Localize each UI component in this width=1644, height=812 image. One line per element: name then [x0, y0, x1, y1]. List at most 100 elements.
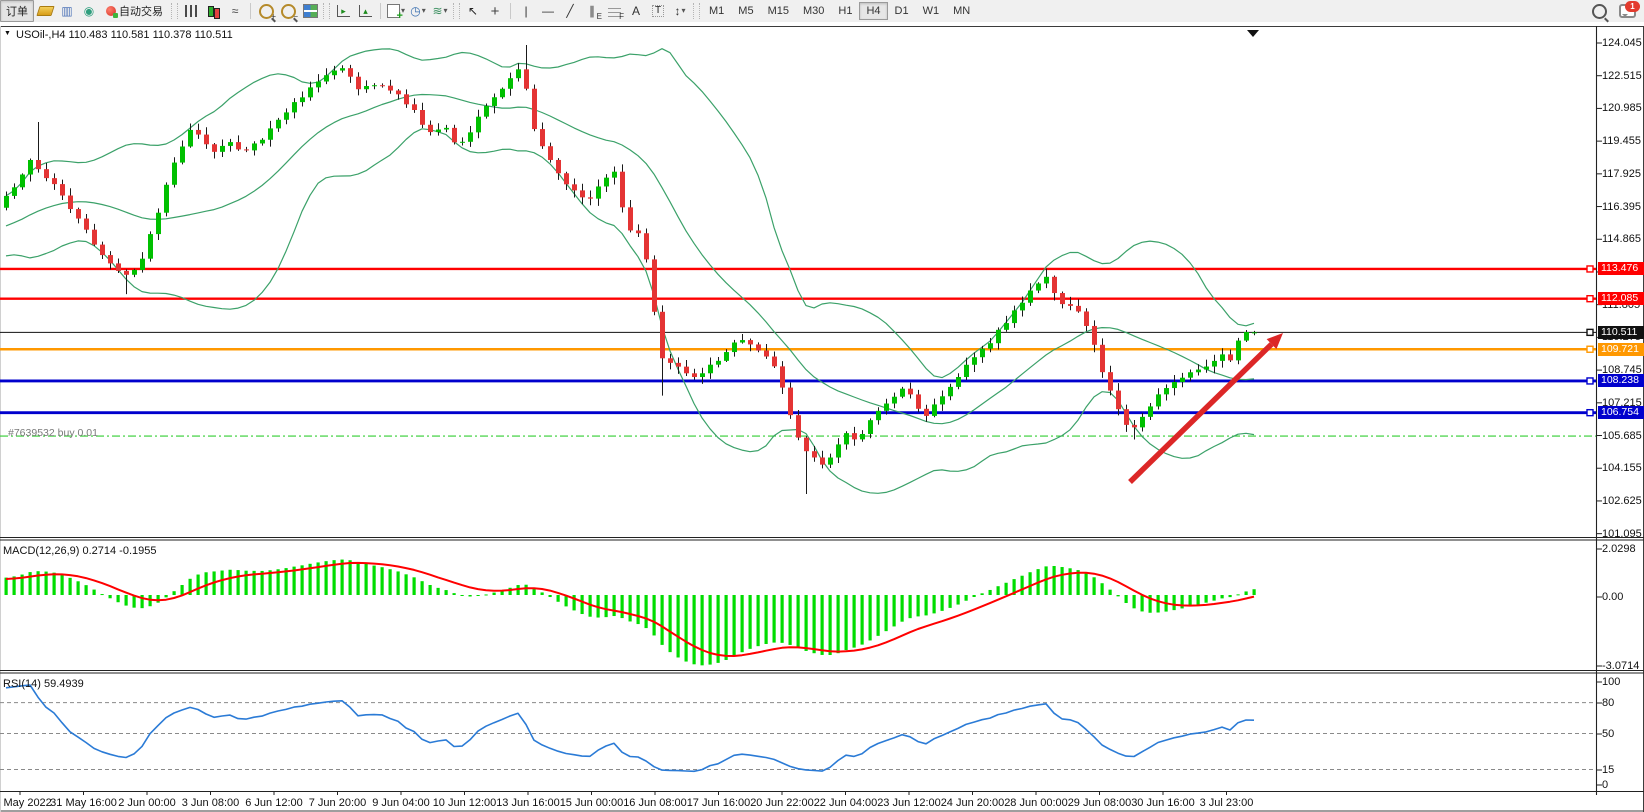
timeframe-button-w1[interactable]: W1: [916, 2, 947, 20]
time-axis-label: 10 Jun 12:00: [433, 797, 497, 809]
macd-axis-label: 0.00: [1602, 591, 1623, 603]
main-toolbar: 订单▥◉自动交易≈+−▸▴▾◷▾≋▾↖+|—╱∥EFAT↕▾M1M5M15M30…: [0, 0, 1644, 22]
timeframe-button-h1[interactable]: H1: [831, 2, 859, 20]
chart-window: ▼ USOil-,H4 110.483 110.581 110.378 110.…: [0, 26, 1644, 812]
candlestick-chart-icon[interactable]: [202, 2, 224, 20]
autotrading-button-label: 自动交易: [119, 3, 163, 19]
rsi-axis-label: 15: [1602, 764, 1614, 776]
time-axis-label: 9 Jun 04:00: [372, 797, 430, 809]
zoom-out-icon[interactable]: −: [277, 2, 299, 20]
toolbar-separator: [380, 3, 381, 19]
arrows-tool-glyph: ↕: [674, 5, 680, 17]
macd-axis-label: -3.0714: [1602, 660, 1639, 672]
rsi-axis-label: 80: [1602, 697, 1614, 709]
tile-windows-icon-glyph: [303, 4, 318, 18]
vline-tool-glyph: |: [524, 5, 527, 17]
new-order-icon[interactable]: [34, 2, 56, 20]
auto-scroll-icon[interactable]: ▴: [354, 2, 376, 20]
arrows-tool[interactable]: ↕▾: [669, 2, 691, 20]
order-line-label: #7639532 buy 0.01: [8, 427, 98, 439]
price-line-label: 108.238: [1598, 374, 1644, 387]
zoom-in-icon-sub: +: [271, 13, 276, 21]
time-axis-label: 6 Jun 12:00: [245, 797, 303, 809]
price-tick-label: 120.985: [1602, 102, 1642, 114]
rsi-axis-label: 0: [1602, 779, 1608, 791]
rsi-axis-label: 50: [1602, 728, 1614, 740]
market-watch-icon[interactable]: ▥: [56, 2, 78, 20]
label-tool-glyph: T: [652, 5, 664, 17]
price-tick-label: 105.685: [1602, 430, 1642, 442]
chart-canvas[interactable]: [0, 26, 1644, 812]
timeframe-button-m5[interactable]: M5: [731, 2, 760, 20]
chart-menu-icon[interactable]: ▼: [4, 30, 11, 37]
autotrading-button[interactable]: 自动交易: [100, 0, 169, 22]
time-axis-label: 29 Jun 08:00: [1068, 797, 1132, 809]
hline-tool[interactable]: —: [537, 2, 559, 20]
indicators-button[interactable]: ≋▾: [429, 2, 451, 20]
macd-axis-label: 2.0298: [1602, 543, 1636, 555]
time-axis-label: 15 Jun 00:00: [560, 797, 624, 809]
new-chart-button-glyph: [387, 4, 400, 18]
label-tool[interactable]: T: [647, 2, 669, 20]
zoom-out-icon-sub: −: [293, 13, 298, 21]
toolbar-grip: [453, 3, 460, 19]
toolbar-left-group: 订单▥◉自动交易≈+−▸▴▾◷▾≋▾↖+|—╱∥EFAT↕▾M1M5M15M30…: [0, 0, 977, 22]
channel-tool[interactable]: ∥E: [581, 2, 603, 20]
text-tool[interactable]: A: [625, 2, 647, 20]
new-chart-button[interactable]: ▾: [385, 2, 407, 20]
timeframe-button-mn[interactable]: MN: [946, 2, 977, 20]
timeframe-button-h4[interactable]: H4: [859, 2, 887, 20]
line-chart-icon[interactable]: ≈: [224, 2, 246, 20]
price-tick-label: 124.045: [1602, 37, 1642, 49]
crosshair-tool-glyph: +: [491, 4, 500, 19]
time-axis-label: 24 Jun 20:00: [941, 797, 1005, 809]
tile-windows-icon[interactable]: [299, 2, 321, 20]
price-line-label: 106.754: [1598, 406, 1644, 419]
time-axis-label: 23 Jun 12:00: [877, 797, 941, 809]
dropdown-caret-icon: ▾: [444, 7, 448, 15]
price-line-label: 110.511: [1598, 326, 1644, 339]
new-order-icon-glyph: [36, 6, 54, 16]
price-tick-label: 117.925: [1602, 168, 1641, 180]
channel-tool-sub: E: [597, 13, 602, 21]
cursor-tool[interactable]: ↖: [462, 2, 484, 20]
toolbar-grip: [693, 3, 700, 19]
price-tick-label: 101.095: [1602, 528, 1642, 540]
toolbar-right-group: 1: [1592, 0, 1636, 22]
bar-chart-icon[interactable]: [180, 2, 202, 20]
profiles-button-glyph: ◷: [410, 5, 420, 17]
price-tick-label: 102.625: [1602, 495, 1642, 507]
hline-tool-glyph: —: [542, 5, 554, 17]
time-axis-label: 30 May 2022: [0, 797, 52, 809]
price-line-label: 109.721: [1598, 343, 1644, 356]
time-axis-label: 16 Jun 08:00: [623, 797, 687, 809]
trendline-tool[interactable]: ╱: [559, 2, 581, 20]
price-tick-label: 114.865: [1602, 233, 1641, 245]
notification-badge: 1: [1625, 1, 1640, 12]
toolbar-separator: [510, 3, 511, 19]
search-icon[interactable]: [1592, 4, 1607, 19]
vline-tool[interactable]: |: [515, 2, 537, 20]
signals-icon[interactable]: ◉: [78, 2, 100, 20]
timeframe-button-m1[interactable]: M1: [702, 2, 731, 20]
candlestick-chart-icon-glyph: [206, 5, 220, 18]
price-tick-label: 104.155: [1602, 462, 1642, 474]
timeframe-button-m30[interactable]: M30: [796, 2, 831, 20]
chart-shift-icon[interactable]: ▸: [332, 2, 354, 20]
crosshair-tool[interactable]: +: [484, 2, 506, 20]
timeframe-button-d1[interactable]: D1: [888, 2, 916, 20]
price-tick-label: 119.455: [1602, 135, 1641, 147]
profiles-button[interactable]: ◷▾: [407, 2, 429, 20]
timeframe-button-m15[interactable]: M15: [761, 2, 796, 20]
toolbar-separator: [250, 3, 251, 19]
toolbar-grip: [323, 3, 330, 19]
notifications-icon[interactable]: 1: [1619, 4, 1636, 18]
time-axis-label: 20 Jun 22:00: [750, 797, 814, 809]
rsi-indicator-label: RSI(14) 59.4939: [3, 678, 84, 690]
zoom-in-icon[interactable]: +: [255, 2, 277, 20]
trendline-tool-glyph: ╱: [566, 5, 573, 17]
chart-shift-icon-glyph: ▸: [337, 5, 350, 17]
market-watch-icon-glyph: ▥: [61, 5, 72, 17]
orders-panel-button[interactable]: 订单: [0, 0, 34, 22]
fibonacci-tool[interactable]: F: [603, 2, 625, 20]
